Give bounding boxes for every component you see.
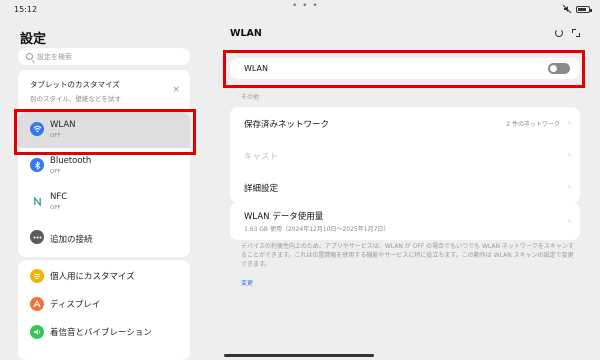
- home-indicator[interactable]: [224, 354, 374, 357]
- usage-detail: 1.63 GB 使用（2024年12月10日〜2025年1月7日）: [244, 226, 390, 233]
- sidebar-item-display[interactable]: ディスプレイ: [18, 290, 190, 318]
- row-label: 詳細設定: [244, 184, 279, 194]
- settings-sidebar: 設定 設定を検索 タブレットのカスタマイズ 別のスタイル、壁紙などを試す × W…: [0, 20, 205, 360]
- wlan-scan-note: デバイスの利便性向上のため、アプリやサービスは、WLAN が OFF の場合でも…: [241, 243, 574, 268]
- chevron-right-icon: ›: [567, 216, 571, 225]
- wlan-detail-pane: WLAN WLAN その他 保存済みネットワーク 2 件のネットワーク › キャ…: [215, 20, 600, 360]
- wlan-toggle-label: WLAN: [244, 64, 269, 73]
- more-connections-icon: [30, 230, 44, 244]
- sound-icon: [30, 325, 44, 339]
- row-label: キャスト: [244, 152, 279, 162]
- sidebar-item-more-connections[interactable]: 追加の接続: [18, 220, 190, 256]
- sidebar-item-label: NFC: [50, 192, 68, 202]
- change-link[interactable]: 変更: [241, 278, 253, 287]
- wlan-data-usage-row[interactable]: WLAN データ使用量 1.63 GB 使用（2024年12月10日〜2025年…: [230, 202, 580, 240]
- bluetooth-icon: [30, 158, 44, 172]
- settings-search-input[interactable]: 設定を検索: [18, 48, 190, 65]
- wlan-options-list: 保存済みネットワーク 2 件のネットワーク › キャスト › 詳細設定 ›: [230, 107, 580, 203]
- section-label-other: その他: [241, 94, 260, 101]
- row-value: 2 件のネットワーク: [506, 121, 560, 128]
- status-time: 15:12: [14, 5, 38, 14]
- search-icon: [26, 53, 33, 60]
- sidebar-item-customize[interactable]: 個人用にカスタマイズ: [18, 262, 190, 290]
- page-title: WLAN: [230, 28, 262, 39]
- tablet-customize-card[interactable]: タブレットのカスタマイズ 別のスタイル、壁紙などを試す ×: [18, 70, 190, 113]
- row-label: 保存済みネットワーク: [244, 120, 330, 130]
- display-settings-group: 個人用にカスタマイズ ディスプレイ 着信音とバイブレーション: [18, 260, 190, 360]
- chevron-right-icon: ›: [567, 118, 571, 127]
- sidebar-item-label: Bluetooth: [50, 156, 92, 166]
- wlan-toggle-switch[interactable]: [548, 63, 570, 74]
- chevron-right-icon: ›: [567, 182, 571, 191]
- sidebar-item-label: ディスプレイ: [50, 300, 101, 310]
- cast-row[interactable]: キャスト ›: [230, 139, 580, 171]
- battery-icon: [576, 5, 592, 13]
- customize-card-title: タブレットのカスタマイズ: [30, 80, 120, 89]
- sidebar-item-status: OFF: [50, 169, 61, 175]
- search-placeholder: 設定を検索: [37, 52, 72, 61]
- customize-card-subtitle: 別のスタイル、壁紙などを試す: [30, 95, 121, 103]
- settings-title: 設定: [20, 32, 47, 47]
- advanced-settings-row[interactable]: 詳細設定 ›: [230, 171, 580, 203]
- usage-label: WLAN データ使用量: [244, 212, 324, 222]
- sidebar-item-label: 追加の接続: [50, 235, 93, 245]
- sidebar-item-label: 個人用にカスタマイズ: [50, 272, 135, 282]
- chevron-right-icon: ›: [567, 150, 571, 159]
- highlight-box-wlan-sidebar: [14, 109, 196, 155]
- sidebar-item-nfc[interactable]: NFC OFF: [18, 184, 190, 220]
- customize-icon: [30, 269, 44, 283]
- refresh-icon[interactable]: [555, 29, 563, 37]
- wlan-toggle-row[interactable]: WLAN: [230, 58, 580, 79]
- sidebar-item-sound[interactable]: 着信音とバイブレーション: [18, 318, 190, 346]
- sidebar-item-status: OFF: [50, 205, 61, 211]
- nfc-icon: [30, 194, 44, 208]
- window-dots-handle[interactable]: • • •: [292, 1, 319, 11]
- status-bar: 15:12 • • •: [0, 0, 600, 20]
- display-icon: [30, 297, 44, 311]
- saved-networks-row[interactable]: 保存済みネットワーク 2 件のネットワーク ›: [230, 107, 580, 139]
- sidebar-item-label: 着信音とバイブレーション: [50, 328, 152, 338]
- system-icons: [562, 4, 592, 14]
- mute-icon: [562, 4, 572, 14]
- close-icon[interactable]: ×: [172, 85, 180, 95]
- expand-icon[interactable]: [572, 29, 580, 37]
